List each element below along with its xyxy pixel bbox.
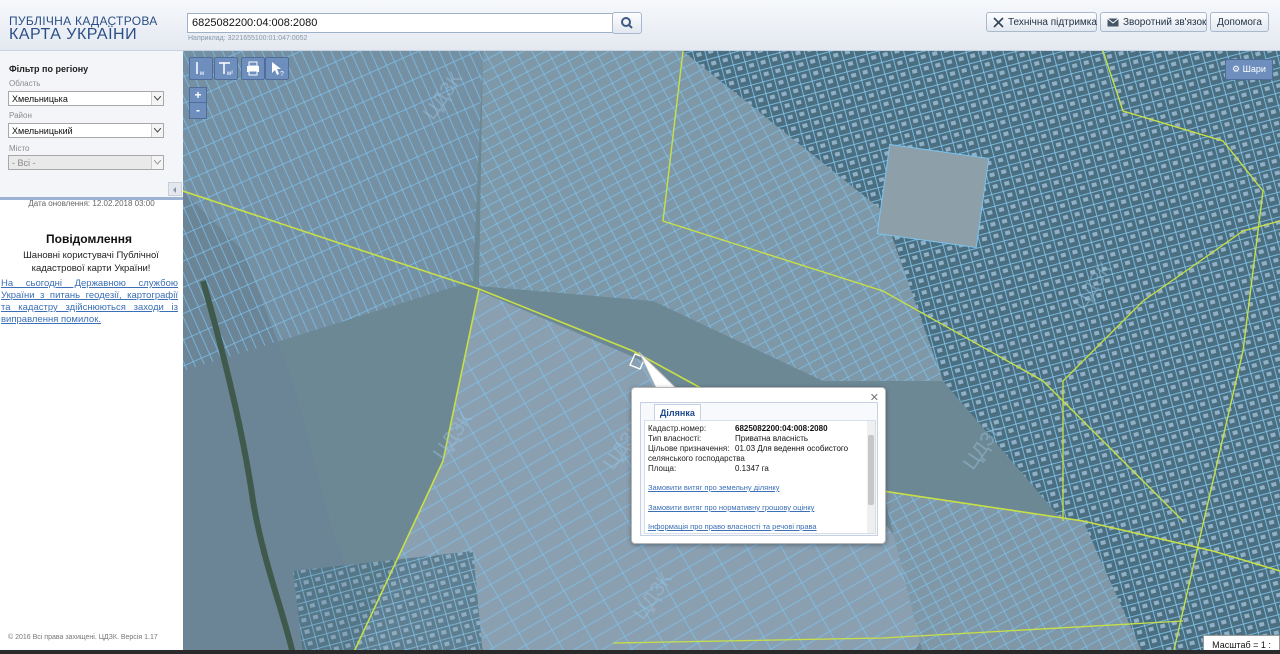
- collapse-sidebar-button[interactable]: [168, 182, 182, 196]
- parcel-popup: ✕ Ділянка Кадастр.номер: 6825082200:04:0…: [631, 387, 886, 544]
- bottom-edge: [0, 650, 1280, 654]
- order-extract-link[interactable]: Замовити витяг про земельну ділянку: [648, 483, 780, 492]
- pointer-question-icon: ?: [272, 62, 284, 78]
- update-date: Дата оновлення: 12.02.2018 03:00: [28, 199, 155, 208]
- popup-content: Кадастр.номер: 6825082200:04:008:2080 Ти…: [644, 420, 876, 534]
- ownership-info-link[interactable]: Інформація про право власності та речові…: [648, 522, 817, 531]
- map-view[interactable]: ЦДЗК ЦДЗК ЦДЗК ЦДЗК ЦДЗК ЦДЗК м м² ? + -…: [183, 51, 1280, 654]
- logo-line-2: КАРТА УКРАЇНИ: [9, 26, 138, 43]
- popup-scrollbar[interactable]: [867, 421, 875, 533]
- message-link[interactable]: На сьогодні Державною службою України з …: [1, 278, 178, 326]
- tools-icon: [993, 17, 1004, 28]
- cadastral-map[interactable]: ЦДЗК ЦДЗК ЦДЗК ЦДЗК ЦДЗК ЦДЗК: [183, 51, 1280, 654]
- region-value: Хмельницька: [12, 94, 68, 104]
- copyright: © 2016 Всі права захищені. ЦДЗК. Версія …: [8, 634, 158, 641]
- ownership-value: Приватна власність: [735, 434, 809, 443]
- feedback-button[interactable]: Зворотний зв'язок: [1100, 12, 1207, 32]
- zoom-out-button[interactable]: -: [189, 102, 207, 119]
- popup-tail: [638, 351, 678, 389]
- measure-distance-button[interactable]: м: [189, 57, 213, 80]
- gear-icon: ⚙: [1232, 64, 1241, 74]
- popup-panel: Ділянка Кадастр.номер: 6825082200:04:008…: [640, 402, 878, 536]
- chevron-down-icon: [151, 92, 163, 105]
- city-label: Місто: [9, 144, 30, 153]
- chevron-down-icon: [151, 124, 163, 137]
- district-label: Район: [9, 111, 32, 120]
- tech-support-label: Технічна підтримка: [1008, 17, 1097, 28]
- purpose-value: 01.03 Для ведення особистого: [735, 444, 849, 453]
- help-button[interactable]: Допомога: [1210, 12, 1269, 32]
- area-value: 0.1347 га: [735, 464, 769, 473]
- svg-text:м²: м²: [227, 71, 233, 77]
- cadastral-label: Кадастр.номер:: [648, 424, 707, 433]
- school-compound: [876, 143, 990, 249]
- region-select[interactable]: Хмельницька: [8, 91, 164, 106]
- envelope-icon: [1107, 17, 1119, 27]
- area-icon: м²: [219, 62, 233, 77]
- feedback-label: Зворотний зв'язок: [1123, 17, 1207, 28]
- tab-parcel[interactable]: Ділянка: [654, 404, 701, 421]
- header: ПУБЛІЧНА КАДАСТРОВА КАРТА УКРАЇНИ Наприк…: [0, 0, 1280, 51]
- sidebar: Фільтр по регіону Область Хмельницька Ра…: [0, 51, 183, 654]
- identify-button[interactable]: ?: [265, 57, 289, 80]
- chevron-down-icon: [151, 156, 163, 169]
- layers-button[interactable]: ⚙ Шари: [1225, 59, 1273, 80]
- city-value: - Всі -: [12, 158, 36, 168]
- measure-area-button[interactable]: м²: [214, 57, 238, 80]
- district-value: Хмельницький: [12, 126, 73, 136]
- message-title: Повідомлення: [46, 232, 132, 246]
- search-icon: [621, 17, 633, 29]
- scrollbar-thumb[interactable]: [868, 435, 874, 505]
- cadastral-value: 6825082200:04:008:2080: [735, 424, 828, 433]
- area-label: Площа:: [648, 464, 677, 473]
- cadastral-search-input[interactable]: [187, 13, 619, 33]
- ownership-label: Тип власності:: [648, 434, 702, 443]
- chevron-left-icon: [173, 187, 176, 193]
- filter-title: Фільтр по регіону: [9, 64, 89, 74]
- layers-label: Шари: [1242, 64, 1266, 74]
- svg-text:?: ?: [280, 71, 284, 78]
- svg-text:м: м: [200, 71, 204, 77]
- district-select[interactable]: Хмельницький: [8, 123, 164, 138]
- tech-support-button[interactable]: Технічна підтримка: [986, 12, 1097, 32]
- message-body: Шановні користувачі Публічної кадастрово…: [23, 250, 159, 274]
- purpose-label: Цільове призначення:: [648, 444, 730, 453]
- help-label: Допомога: [1217, 17, 1262, 28]
- order-valuation-link[interactable]: Замовити витяг про нормативну грошову оц…: [648, 503, 814, 512]
- search-hint: Наприклад: 3221655100:01:047:0052: [188, 35, 308, 42]
- purpose-continuation: селянського господарства: [648, 454, 745, 463]
- ruler-icon: м: [196, 62, 204, 77]
- city-select[interactable]: - Всі -: [8, 155, 164, 170]
- region-label: Область: [9, 79, 41, 88]
- search-button[interactable]: [612, 12, 642, 34]
- print-icon: [247, 61, 259, 76]
- region-filter-panel: Фільтр по регіону Область Хмельницька Ра…: [0, 51, 183, 200]
- print-button[interactable]: [241, 57, 265, 80]
